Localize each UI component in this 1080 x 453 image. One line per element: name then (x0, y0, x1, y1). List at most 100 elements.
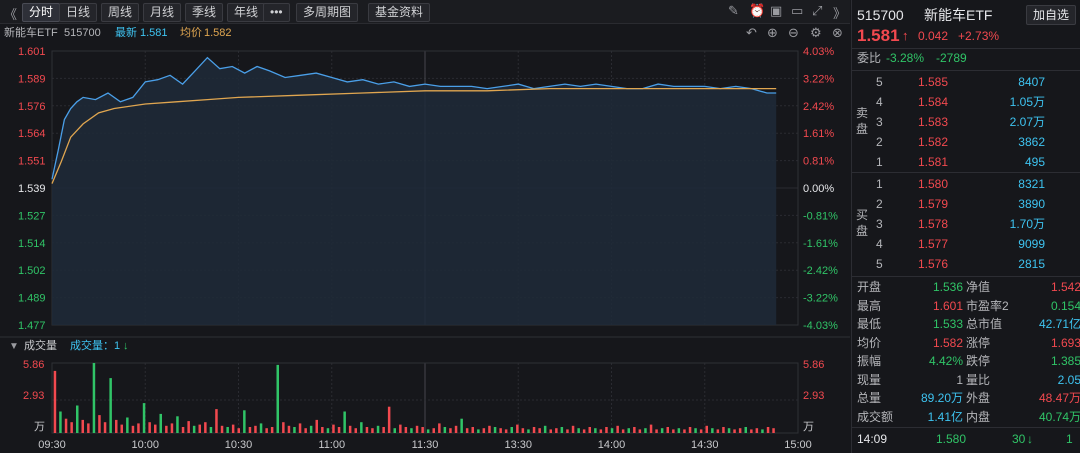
volume-bar (382, 427, 385, 433)
price-tick-label: 1.502 (18, 265, 46, 277)
sell-order-row[interactable]: 5 1.585 8407 (852, 72, 1080, 92)
time-tick-label: 11:30 (412, 439, 439, 451)
volume-bar (76, 405, 79, 433)
buy-volume: 1.70万 (1009, 217, 1045, 231)
sell-order-row[interactable]: 1 1.581 495 (852, 152, 1080, 172)
volume-bar (159, 413, 162, 433)
volume-bar (343, 411, 346, 433)
add-watchlist-button[interactable]: 加自选 (1026, 5, 1077, 25)
volume-indicator-label: 成交量： (70, 338, 114, 352)
price-tick-label: 1.589 (18, 73, 46, 85)
volume-bar (103, 422, 107, 433)
volume-bar (555, 428, 558, 433)
volume-bar (677, 428, 681, 433)
volume-bar (209, 427, 213, 433)
sell-price: 1.585 (918, 75, 949, 89)
sell-price: 1.582 (918, 135, 949, 149)
volume-bar (176, 416, 179, 433)
volume-bar (633, 427, 636, 433)
volume-indicator-arrow: ↓ (123, 340, 129, 352)
buy-order-row[interactable]: 4 1.577 9099 (852, 234, 1080, 254)
volume-bar (527, 429, 530, 433)
volume-bar (326, 428, 330, 433)
sell-order-row[interactable]: 3 1.583 2.07万 (852, 112, 1080, 132)
stat-row: 均价 1.582 涨停 1.693 (852, 334, 1080, 352)
volume-bar (393, 428, 396, 433)
volume-bar (81, 419, 84, 433)
volume-bar (421, 427, 424, 433)
stat-value: 1.41亿 (927, 409, 963, 424)
volume-bar (577, 428, 580, 433)
volume-bar (332, 424, 335, 433)
volume-bar (231, 424, 235, 433)
volume-bar (688, 427, 692, 433)
price-tick-label: 1.539 (18, 183, 46, 195)
volume-bar (516, 424, 519, 433)
price-area (51, 56, 777, 325)
volume-bar (644, 428, 647, 433)
sell-price: 1.583 (918, 115, 949, 129)
stat-value: 1.385 (1050, 354, 1080, 368)
stat-row: 总量 89.20万 外盘 48.47万 (852, 389, 1080, 407)
volume-indicator-value: 1 (114, 340, 120, 352)
volume-bar (610, 428, 614, 433)
volume-bar (360, 422, 363, 433)
volume-bar (694, 428, 697, 433)
volume-bar (371, 428, 374, 433)
intraday-chart[interactable]: 1.601 1.589 1.576 1.564 1.551 1.539 1.527 1.514… (0, 0, 850, 453)
volume-bar (660, 428, 664, 433)
volume-bar (304, 428, 307, 433)
quote-code: 515700 (857, 7, 904, 23)
volume-bar (142, 403, 146, 433)
volume-bar (521, 428, 525, 433)
pct-tick-label: 2.42% (803, 101, 834, 113)
buy-order-row[interactable]: 2 1.579 3890 (852, 194, 1080, 214)
volume-bar (738, 428, 742, 433)
buy-price: 1.580 (918, 177, 949, 191)
price-tick-label: 1.576 (18, 101, 46, 113)
volume-tick-label: 2.93 (803, 390, 824, 402)
volume-bar (443, 427, 447, 433)
buy-price: 1.577 (918, 237, 949, 251)
volume-bar (226, 427, 229, 433)
stat-value: 0.154 (1050, 298, 1080, 313)
volume-bar (560, 427, 564, 433)
volume-bar (599, 429, 603, 433)
volume-bar (404, 427, 408, 433)
volume-bar (426, 429, 430, 433)
weibi-label: 委比 (857, 51, 882, 65)
pct-tick-label: 3.22% (803, 73, 834, 85)
sell-volume: 8407 (1018, 75, 1045, 89)
volume-bar (120, 424, 123, 433)
stat-label: 市盈率2 (966, 298, 1009, 313)
volume-collapse-icon[interactable]: ▼ (9, 341, 19, 352)
stat-label: 开盘 (857, 280, 882, 294)
pct-tick-label: -2.42% (803, 265, 838, 277)
stat-row: 开盘 1.536 净值 1.542 (852, 278, 1080, 296)
volume-bar (265, 428, 268, 433)
volume-bar (137, 423, 140, 433)
volume-bar (493, 427, 497, 433)
buy-level: 3 (876, 217, 883, 231)
volume-bar (399, 424, 402, 433)
volume-bar (543, 425, 547, 433)
sell-order-row[interactable]: 4 1.584 1.05万 (852, 92, 1080, 112)
volume-bar (337, 427, 341, 433)
volume-bar (410, 428, 413, 433)
volume-bar (722, 427, 725, 433)
pct-tick-label: 0.81% (803, 156, 834, 168)
buy-order-row[interactable]: 5 1.576 2815 (852, 254, 1080, 274)
buy-order-row[interactable]: 1 1.580 8321 (852, 174, 1080, 194)
volume-bar (165, 425, 168, 433)
volume-bar (627, 428, 630, 433)
volume-bar (287, 425, 291, 433)
volume-bar (766, 427, 770, 433)
volume-bar (148, 422, 151, 433)
volume-bar (53, 370, 57, 433)
sell-volume: 495 (1024, 155, 1045, 169)
volume-bar (215, 409, 218, 433)
volume-tick-label: 2.93 (23, 390, 44, 402)
sell-order-row[interactable]: 2 1.582 3862 (852, 132, 1080, 152)
quote-name: 新能车ETF (924, 7, 993, 23)
buy-order-row[interactable]: 3 1.578 1.70万 (852, 214, 1080, 234)
